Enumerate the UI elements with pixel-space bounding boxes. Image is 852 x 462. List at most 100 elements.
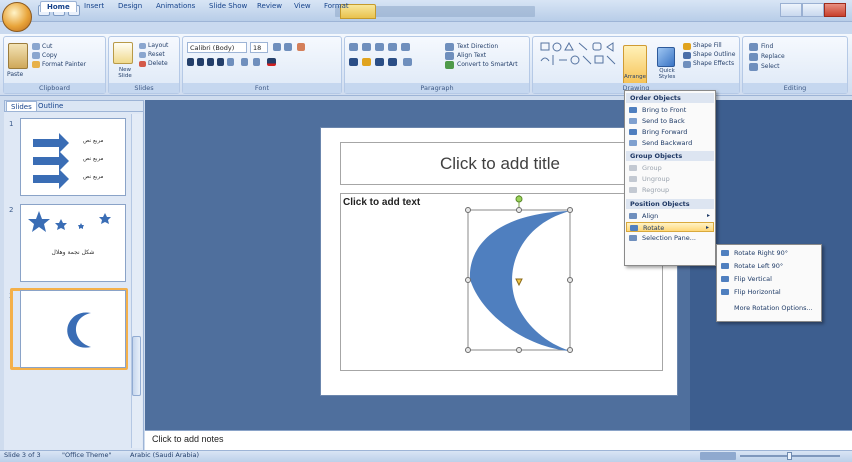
shape-fill-label[interactable]: Shape Fill	[693, 42, 722, 49]
quick-styles-icon[interactable]	[657, 47, 675, 67]
shape-outline-label[interactable]: Shape Outline	[693, 51, 735, 58]
format-painter-label[interactable]: Format Painter	[42, 61, 86, 68]
change-case-icon[interactable]	[253, 58, 260, 66]
justify-icon[interactable]	[388, 58, 397, 66]
body-placeholder-text[interactable]: Click to add text	[343, 197, 420, 208]
align-text-label[interactable]: Align Text	[457, 52, 486, 59]
resize-handle[interactable]	[516, 207, 522, 213]
shape-effects-icon[interactable]	[683, 61, 691, 68]
crescent-shape[interactable]	[458, 195, 578, 357]
rotation-handle[interactable]	[515, 195, 523, 203]
slide-thumbnail-2[interactable]: شكل نجمة وهلال	[20, 204, 126, 282]
tab-insert[interactable]: Insert	[78, 1, 110, 12]
close-button[interactable]	[824, 3, 846, 17]
paste-icon[interactable]	[8, 43, 28, 69]
title-placeholder[interactable]: Click to add title	[340, 142, 660, 185]
format-painter-icon[interactable]	[32, 61, 40, 68]
select-icon[interactable]	[749, 63, 758, 71]
notes-pane[interactable]	[145, 430, 852, 450]
delete-slide-icon[interactable]	[139, 61, 146, 67]
line-spacing-icon[interactable]	[401, 43, 410, 51]
resize-handle[interactable]	[516, 347, 522, 353]
increase-indent-icon[interactable]	[388, 43, 397, 51]
bullets-icon[interactable]	[349, 43, 358, 51]
reset-icon[interactable]	[139, 52, 146, 58]
menu-item-rotate[interactable]: Rotate ▸	[626, 222, 714, 232]
replace-label[interactable]: Replace	[761, 53, 785, 60]
find-label[interactable]: Find	[761, 43, 773, 50]
notes-placeholder[interactable]: Click to add notes	[152, 434, 224, 444]
menu-item-selection-pane[interactable]: Selection Pane...	[626, 233, 714, 243]
adjustment-handle[interactable]	[515, 278, 523, 287]
font-size-select[interactable]: 18	[250, 42, 268, 53]
tab-design[interactable]: Design	[112, 1, 148, 12]
menu-item-flip-vertical[interactable]: Flip Vertical	[718, 274, 820, 284]
shape-fill-icon[interactable]	[683, 43, 691, 50]
paste-label[interactable]: Paste	[7, 71, 23, 78]
decrease-indent-icon[interactable]	[375, 43, 384, 51]
find-icon[interactable]	[749, 43, 758, 51]
menu-item-rotate-right[interactable]: Rotate Right 90°	[718, 248, 820, 258]
align-text-icon[interactable]	[445, 52, 454, 60]
select-label[interactable]: Select	[761, 63, 780, 70]
align-center-icon[interactable]	[362, 58, 371, 66]
slide-thumbnail-1[interactable]: مربع نص مربع نص مربع نص	[20, 118, 126, 196]
tab-outline[interactable]: Outline	[34, 101, 67, 111]
tab-view[interactable]: View	[288, 1, 317, 12]
character-spacing-icon[interactable]	[241, 58, 248, 66]
menu-item-align[interactable]: Align ▸	[626, 211, 714, 221]
text-direction-label[interactable]: Text Direction	[457, 43, 498, 50]
menu-item-bring-forward[interactable]: Bring Forward	[626, 127, 714, 137]
strikethrough-icon[interactable]	[217, 58, 224, 66]
layout-label[interactable]: Layout	[148, 42, 168, 49]
align-left-icon[interactable]	[349, 58, 358, 66]
copy-icon[interactable]	[32, 52, 40, 59]
font-color-icon[interactable]	[267, 58, 276, 66]
replace-icon[interactable]	[749, 53, 758, 61]
underline-icon[interactable]	[207, 58, 214, 66]
grow-font-icon[interactable]	[273, 43, 281, 51]
menu-item-bring-to-front[interactable]: Bring to Front	[626, 105, 714, 115]
tab-animations[interactable]: Animations	[150, 1, 201, 12]
tab-slide-show[interactable]: Slide Show	[203, 1, 253, 12]
resize-handle[interactable]	[465, 347, 471, 353]
tab-slides[interactable]: Slides	[6, 101, 37, 111]
copy-label[interactable]: Copy	[42, 52, 57, 59]
smartart-icon[interactable]	[445, 61, 454, 69]
cut-label[interactable]: Cut	[42, 43, 52, 50]
shape-effects-label[interactable]: Shape Effects	[693, 60, 734, 67]
clear-formatting-icon[interactable]	[297, 43, 305, 51]
numbering-icon[interactable]	[362, 43, 371, 51]
tab-review[interactable]: Review	[251, 1, 288, 12]
status-language[interactable]: Arabic (Saudi Arabia)	[130, 451, 199, 459]
italic-icon[interactable]	[197, 58, 204, 66]
resize-handle[interactable]	[567, 347, 573, 353]
cut-icon[interactable]	[32, 43, 40, 50]
convert-smartart-label[interactable]: Convert to SmartArt	[457, 61, 518, 68]
pane-scrollbar[interactable]	[131, 114, 142, 448]
resize-handle[interactable]	[567, 277, 573, 283]
shapes-gallery[interactable]	[539, 41, 617, 73]
menu-item-send-backward[interactable]: Send Backward	[626, 138, 714, 148]
shrink-font-icon[interactable]	[284, 43, 292, 51]
resize-handle[interactable]	[465, 277, 471, 283]
align-right-icon[interactable]	[375, 58, 384, 66]
arrange-label[interactable]: Arrange	[620, 74, 650, 80]
resize-handle[interactable]	[465, 207, 471, 213]
menu-item-send-to-back[interactable]: Send to Back	[626, 116, 714, 126]
maximize-button[interactable]	[802, 3, 824, 17]
tab-home[interactable]: Home	[40, 1, 77, 12]
text-direction-icon[interactable]	[445, 43, 454, 51]
zoom-slider-thumb[interactable]	[787, 452, 792, 460]
slide-thumbnail-3[interactable]	[20, 290, 126, 368]
resize-handle[interactable]	[567, 207, 573, 213]
new-slide-icon[interactable]	[113, 42, 133, 64]
layout-icon[interactable]	[139, 43, 146, 49]
quick-styles-label[interactable]: Quick Styles	[653, 68, 681, 80]
menu-item-more-rotation-options[interactable]: More Rotation Options...	[718, 303, 820, 313]
delete-label[interactable]: Delete	[148, 60, 168, 67]
minimize-button[interactable]	[780, 3, 802, 17]
office-button[interactable]	[2, 2, 32, 32]
view-buttons[interactable]	[700, 452, 736, 460]
pane-scrollbar-thumb[interactable]	[132, 336, 141, 396]
